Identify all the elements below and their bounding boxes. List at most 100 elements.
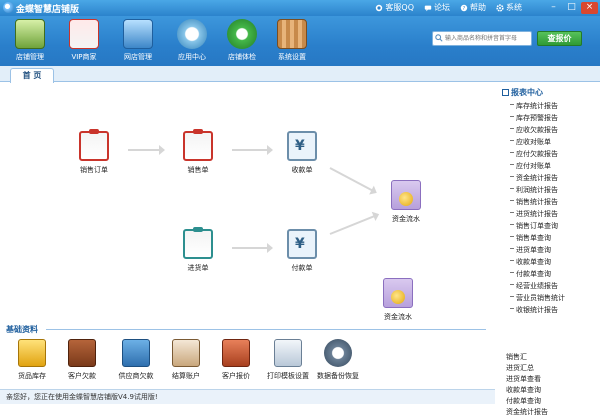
- collapse-icon[interactable]: [502, 89, 509, 96]
- report-item[interactable]: 销售统计报告: [510, 196, 565, 208]
- report-item[interactable]: 应收对账单: [510, 136, 565, 148]
- report-item[interactable]: 应收欠款报告: [510, 124, 565, 136]
- flow-label: 销售订单: [80, 166, 108, 174]
- vip-icon: [69, 19, 99, 49]
- toolbar-label: 网店管理: [124, 53, 152, 61]
- link-forum[interactable]: 论坛: [424, 2, 450, 13]
- quote-icon: [222, 339, 250, 367]
- app-title: 金蝶智慧店铺版: [16, 5, 80, 15]
- cash-flow-icon: [391, 180, 421, 210]
- title-bar: 金蝶智慧店铺版 客服QQ 论坛 ? 帮助 系统 – □ ×: [0, 0, 600, 16]
- flow-label: 资金流水: [384, 313, 412, 321]
- toolbar-online-store[interactable]: 网店管理: [112, 19, 164, 65]
- flow-purchase[interactable]: 进货单: [172, 227, 224, 273]
- app-center-icon: [177, 19, 207, 49]
- flow-label: 销售单: [187, 166, 209, 174]
- tab-strip: 首 页: [0, 66, 600, 83]
- sales-invoice-icon: [183, 129, 213, 161]
- basic-print-template[interactable]: 打印模板设置: [262, 339, 314, 381]
- tab-home[interactable]: 首 页: [10, 68, 54, 83]
- app-logo-icon: [3, 2, 14, 13]
- report-item[interactable]: 销售汇: [506, 352, 548, 363]
- toolbar-vip[interactable]: VIP商家: [58, 19, 110, 65]
- settings-icon: [496, 3, 504, 12]
- printer-icon: [274, 339, 302, 367]
- flow-cash-flow[interactable]: 资金流水: [380, 180, 432, 224]
- flow-payment[interactable]: ¥ 付款单: [276, 229, 328, 273]
- minimize-button[interactable]: –: [545, 2, 562, 14]
- flow-sales-order[interactable]: 销售订单: [68, 129, 120, 175]
- report-item[interactable]: 利润统计报告: [510, 184, 565, 196]
- main-toolbar: 店铺管理 VIP商家 网店管理 应用中心 店铺体检 系统设置 查报价: [0, 16, 600, 66]
- report-item[interactable]: 销售单查询: [510, 232, 565, 244]
- report-item[interactable]: 收款单查询: [506, 385, 548, 396]
- basic-label: 打印模板设置: [267, 372, 309, 380]
- cash-flow-icon: [383, 278, 413, 308]
- toolbar-app-center[interactable]: 应用中心: [166, 19, 218, 65]
- quote-search-button[interactable]: 查报价: [537, 31, 582, 46]
- report-item[interactable]: 进货统计报告: [510, 208, 565, 220]
- report-center-title: 报表中心: [511, 88, 543, 97]
- basic-customer-debt[interactable]: 客户欠款: [56, 339, 108, 381]
- basic-customer-quote[interactable]: 客户报价: [210, 339, 262, 381]
- report-item[interactable]: 应付对账单: [510, 160, 565, 172]
- link-system[interactable]: 系统: [496, 2, 522, 13]
- receipt-icon: ¥: [287, 131, 317, 161]
- report-item[interactable]: 收款单查询: [510, 256, 565, 268]
- maximize-button[interactable]: □: [563, 2, 580, 14]
- report-list-overflow: 销售汇 进货汇总 进货单查看 收款单查询 付款单查询 资金统计报告: [506, 352, 548, 418]
- basic-inventory[interactable]: 货品库存: [6, 339, 58, 381]
- basic-supplier-debt[interactable]: 供应商欠款: [110, 339, 162, 381]
- report-item[interactable]: 库存统计报告: [510, 100, 565, 112]
- system-settings-icon: [277, 19, 307, 49]
- flow-sales-invoice[interactable]: 销售单: [172, 129, 224, 175]
- toolbar-store-management[interactable]: 店铺管理: [4, 19, 56, 65]
- sales-order-icon: [79, 129, 109, 161]
- flow-arrow: [329, 215, 375, 235]
- flow-arrow: [232, 145, 273, 155]
- report-item[interactable]: 营业员销售统计: [510, 292, 565, 304]
- report-item[interactable]: 应付欠款报告: [510, 148, 565, 160]
- basic-label: 供应商欠款: [118, 372, 154, 380]
- report-item[interactable]: 进货单查看: [506, 374, 548, 385]
- basic-label: 客户报价: [222, 372, 250, 380]
- toolbar-system-settings[interactable]: 系统设置: [266, 19, 318, 65]
- basic-label: 客户欠款: [68, 372, 96, 380]
- flow-receipt[interactable]: ¥ 收款单: [276, 131, 328, 175]
- flow-cash-flow-2[interactable]: 资金流水: [372, 278, 424, 322]
- report-item[interactable]: 付款单查询: [510, 268, 565, 280]
- payment-icon: ¥: [287, 229, 317, 259]
- basic-label: 数据备份恢复: [317, 372, 359, 380]
- link-qq[interactable]: 客服QQ: [375, 2, 414, 13]
- backup-icon: [324, 339, 352, 367]
- basic-backup-restore[interactable]: 数据备份恢复: [312, 339, 364, 381]
- report-item[interactable]: 收银统计报告: [510, 304, 565, 316]
- supplier-debt-icon: [122, 339, 150, 367]
- report-item[interactable]: 资金统计报告: [506, 407, 548, 418]
- flow-label: 付款单: [291, 264, 313, 272]
- report-item[interactable]: 经营业绩报告: [510, 280, 565, 292]
- toolbar-store-checkup[interactable]: 店铺体检: [216, 19, 268, 65]
- status-text: 亲您好，您正在使用金蝶智慧店铺版V4.9试用版!: [6, 393, 158, 401]
- help-icon: ?: [460, 4, 468, 12]
- report-item[interactable]: 付款单查询: [506, 396, 548, 407]
- toolbar-label: VIP商家: [71, 53, 97, 61]
- basic-account[interactable]: 结算账户: [160, 339, 212, 381]
- report-item[interactable]: 库存预警报告: [510, 112, 565, 124]
- section-divider: [46, 329, 486, 330]
- inventory-icon: [18, 339, 46, 367]
- report-center: 报表中心 库存统计报告 库存预警报告 应收欠款报告 应收对账单 应付欠款报告 应…: [496, 84, 600, 416]
- forum-icon: [424, 5, 432, 11]
- report-item[interactable]: 进货单查询: [510, 244, 565, 256]
- qq-icon: [376, 4, 383, 11]
- report-item[interactable]: 资金统计报告: [510, 172, 565, 184]
- close-button[interactable]: ×: [581, 2, 598, 14]
- toolbar-label: 店铺体检: [228, 53, 256, 61]
- basic-label: 结算账户: [172, 372, 200, 380]
- report-item[interactable]: 销售订单查询: [510, 220, 565, 232]
- toolbar-label: 系统设置: [278, 53, 306, 61]
- report-item[interactable]: 进货汇总: [506, 363, 548, 374]
- toolbar-label: 店铺管理: [16, 53, 44, 61]
- search-input[interactable]: [445, 32, 531, 45]
- link-help[interactable]: ? 帮助: [460, 2, 486, 13]
